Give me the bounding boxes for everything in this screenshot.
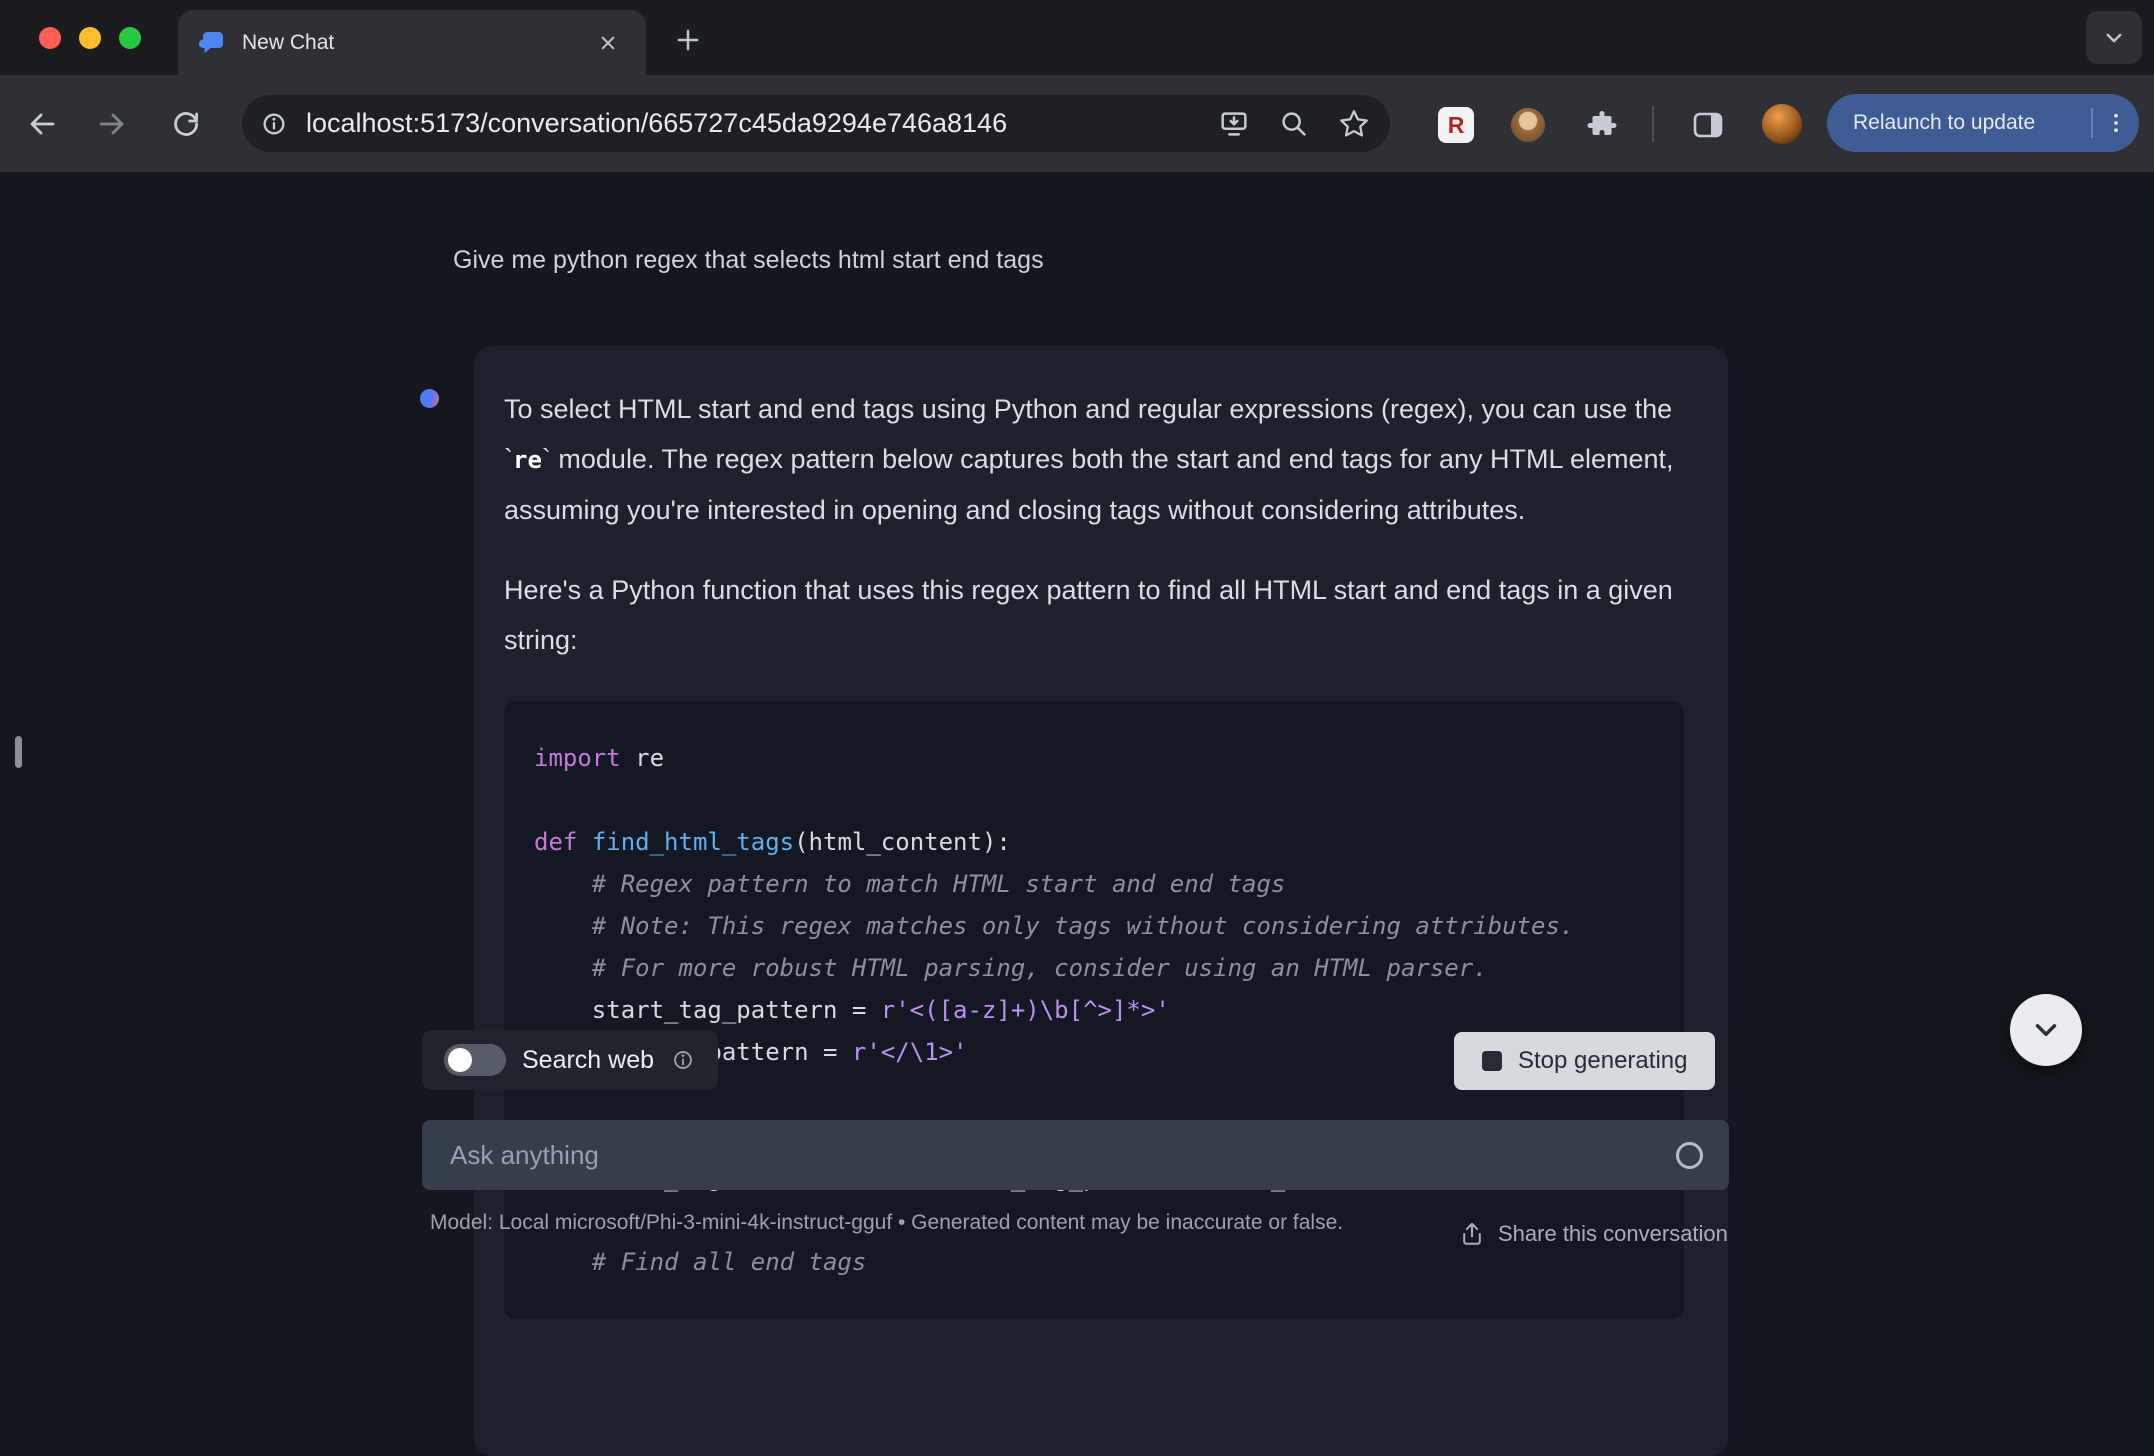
scroll-to-bottom-button[interactable] [2010, 994, 2082, 1066]
site-info-icon[interactable] [258, 108, 290, 140]
search-web-toggle[interactable]: Search web [422, 1030, 719, 1090]
bookmark-star-icon[interactable] [1330, 107, 1378, 141]
stop-generating-label: Stop generating [1518, 1047, 1688, 1074]
extension-icon-avatar[interactable] [1506, 103, 1550, 147]
stop-generating-button[interactable]: Stop generating [1454, 1032, 1716, 1090]
search-web-label: Search web [522, 1045, 655, 1074]
loading-spinner-icon [1676, 1141, 1703, 1169]
share-conversation-label: Share this conversation [1498, 1221, 1728, 1246]
message-input-bar[interactable] [422, 1120, 1729, 1190]
browser-toolbar: localhost:5173/conversation/665727c45da9… [0, 75, 2154, 172]
assistant-paragraph-1: To select HTML start and end tags using … [504, 384, 1684, 535]
tab-close-button[interactable] [590, 25, 626, 61]
info-icon[interactable] [670, 1047, 696, 1073]
fullscreen-window-button[interactable] [119, 27, 141, 49]
stop-icon [1482, 1051, 1502, 1071]
assistant-avatar [420, 389, 439, 408]
tab-title: New Chat [242, 30, 335, 54]
window-titlebar: New Chat [0, 0, 2154, 75]
extensions-puzzle-icon[interactable] [1580, 103, 1624, 147]
address-bar[interactable]: localhost:5173/conversation/665727c45da9… [242, 95, 1390, 152]
tab-strip-chevron-button[interactable] [2086, 11, 2142, 64]
install-app-icon[interactable] [1210, 107, 1258, 141]
toggle-switch-off[interactable] [444, 1044, 506, 1076]
chat-bubble-icon [198, 28, 228, 58]
toolbar-divider [1652, 106, 1654, 142]
forward-button[interactable] [91, 103, 133, 145]
model-note: Model: Local microsoft/Phi-3-mini-4k-ins… [430, 1211, 1344, 1234]
browser-tab[interactable]: New Chat [178, 10, 646, 75]
share-upload-icon [1458, 1220, 1486, 1248]
paragraph-text: ` module. The regex pattern below captur… [504, 444, 1674, 525]
ask-anything-input[interactable] [422, 1120, 1676, 1190]
inline-code-re: re [513, 446, 542, 474]
left-edge-scroll-handle[interactable] [15, 736, 22, 768]
search-icon[interactable] [1270, 107, 1318, 141]
url-text[interactable]: localhost:5173/conversation/665727c45da9… [306, 108, 1210, 139]
profile-avatar[interactable] [1762, 104, 1802, 144]
side-panel-icon[interactable] [1686, 103, 1730, 147]
new-tab-button[interactable] [664, 16, 712, 64]
minimize-window-button[interactable] [79, 27, 101, 49]
assistant-message-card: To select HTML start and end tags using … [474, 346, 1728, 1456]
relaunch-label: Relaunch to update [1853, 111, 2036, 134]
user-message: Give me python regex that selects html s… [453, 246, 1044, 274]
reload-button[interactable] [165, 103, 207, 145]
back-button[interactable] [21, 103, 63, 145]
close-window-button[interactable] [39, 27, 61, 49]
extension-icon-r[interactable]: R [1434, 103, 1478, 147]
browser-menu-dots-icon[interactable] [2093, 110, 2139, 136]
assistant-paragraph-2: Here's a Python function that uses this … [504, 575, 1673, 655]
relaunch-to-update-button[interactable]: Relaunch to update [1827, 94, 2139, 152]
share-conversation-button[interactable]: Share this conversation [1458, 1220, 1728, 1248]
